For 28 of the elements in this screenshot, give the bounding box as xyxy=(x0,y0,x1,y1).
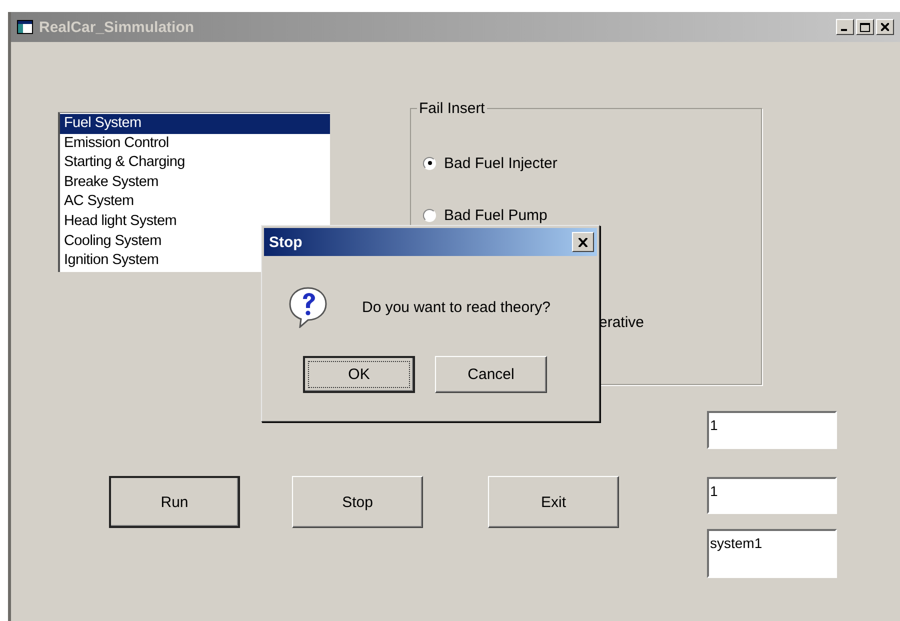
list-item[interactable]: Breake System xyxy=(60,172,330,192)
dialog-message: Do you want to read theory? xyxy=(362,298,550,316)
close-icon xyxy=(578,238,588,246)
dialog-button[interactable]: Cancel xyxy=(435,356,547,393)
window-title: RealCar_Simmulation xyxy=(39,18,196,36)
radio-label: erative xyxy=(599,314,644,330)
radio-label: Bad Fuel Pump xyxy=(444,206,548,224)
list-item[interactable]: Starting & Charging xyxy=(60,153,330,173)
dialog-button[interactable]: OK xyxy=(303,356,415,393)
action-button[interactable]: Exit xyxy=(488,476,619,528)
text-field[interactable]: system1 xyxy=(707,529,837,578)
list-item[interactable]: AC System xyxy=(60,192,330,212)
list-item[interactable]: Fuel System xyxy=(60,114,330,134)
dialog-title: Stop xyxy=(269,234,304,250)
question-icon xyxy=(288,286,328,328)
text-field[interactable]: 1 xyxy=(707,411,837,449)
radio-button[interactable] xyxy=(423,156,436,170)
list-item[interactable]: Emission Control xyxy=(60,134,330,154)
radio-button[interactable] xyxy=(423,208,436,222)
window-icon xyxy=(17,20,33,34)
action-button[interactable]: Stop xyxy=(292,476,423,528)
list-item[interactable]: Head light System xyxy=(60,212,330,232)
close-button[interactable] xyxy=(572,232,594,252)
maximize-icon xyxy=(860,22,870,32)
radio-label: Bad Fuel Injecter xyxy=(444,154,558,172)
action-button[interactable]: Run xyxy=(109,476,240,528)
text-field[interactable]: 1 xyxy=(707,477,837,514)
close-icon xyxy=(881,23,889,31)
